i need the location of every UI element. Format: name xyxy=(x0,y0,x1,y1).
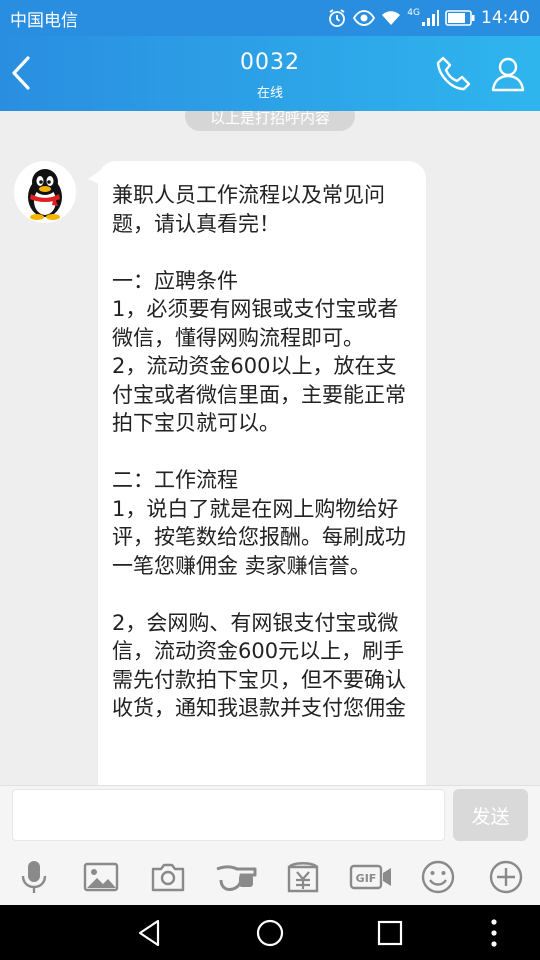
gif-icon: GIF xyxy=(349,864,391,890)
emoji-icon xyxy=(421,860,455,894)
profile-icon xyxy=(491,57,525,92)
nav-menu-button[interactable] xyxy=(480,917,508,949)
nav-back-icon xyxy=(138,919,160,947)
chat-header: 0032 在线 xyxy=(0,36,540,111)
alarm-icon xyxy=(327,8,347,28)
signal-icon: 4G xyxy=(407,9,439,27)
transfer-button[interactable] xyxy=(283,857,323,897)
voice-button[interactable] xyxy=(14,857,54,897)
system-nav-bar xyxy=(0,905,540,960)
input-bar: 发送 xyxy=(0,785,540,847)
nav-home-button[interactable] xyxy=(254,917,286,949)
status-bar: 中国电信 4G 14:40 xyxy=(0,0,540,36)
nav-recents-button[interactable] xyxy=(374,917,406,949)
camera-button[interactable] xyxy=(148,857,188,897)
chat-area[interactable]: 以上是打招呼内容 兼职人员工作流程以及常见问题，请认真看完！ 一：应聘条件 1，… xyxy=(0,111,540,785)
gif-button[interactable]: GIF xyxy=(348,857,394,897)
wifi-icon xyxy=(381,9,401,27)
input-toolbar: GIF xyxy=(0,847,540,905)
eye-icon xyxy=(353,8,376,28)
message-input[interactable] xyxy=(12,789,445,841)
carrier-label: 中国电信 xyxy=(10,10,78,31)
contact-avatar[interactable] xyxy=(14,161,76,223)
nav-home-icon xyxy=(256,919,284,947)
message-bubble[interactable]: 兼职人员工作流程以及常见问题，请认真看完！ 一：应聘条件 1，必须要有网银或支付… xyxy=(88,161,426,785)
battery-icon xyxy=(445,10,475,26)
image-icon xyxy=(83,862,119,892)
hongbao-icon xyxy=(216,865,257,891)
system-notice: 以上是打招呼内容 xyxy=(185,111,355,131)
transfer-icon xyxy=(287,862,319,893)
message-text: 兼职人员工作流程以及常见问题，请认真看完！ 一：应聘条件 1，必须要有网银或支付… xyxy=(112,183,406,720)
gif-label: GIF xyxy=(356,872,377,885)
nav-menu-icon xyxy=(491,919,497,947)
send-button[interactable]: 发送 xyxy=(453,789,528,841)
image-button[interactable] xyxy=(81,857,121,897)
nav-recents-icon xyxy=(377,920,403,946)
more-button[interactable] xyxy=(486,857,526,897)
phone-icon xyxy=(436,56,471,91)
camera-icon xyxy=(151,863,185,892)
hongbao-button[interactable] xyxy=(214,857,260,897)
profile-button[interactable] xyxy=(488,54,528,94)
microphone-icon xyxy=(21,861,47,893)
nav-back-button[interactable] xyxy=(134,917,166,949)
clock-time: 14:40 xyxy=(481,8,530,28)
network-type-label: 4G xyxy=(407,8,420,18)
call-button[interactable] xyxy=(434,54,474,94)
penguin-avatar-icon xyxy=(14,161,76,223)
plus-icon xyxy=(489,860,523,894)
emoji-button[interactable] xyxy=(418,857,458,897)
